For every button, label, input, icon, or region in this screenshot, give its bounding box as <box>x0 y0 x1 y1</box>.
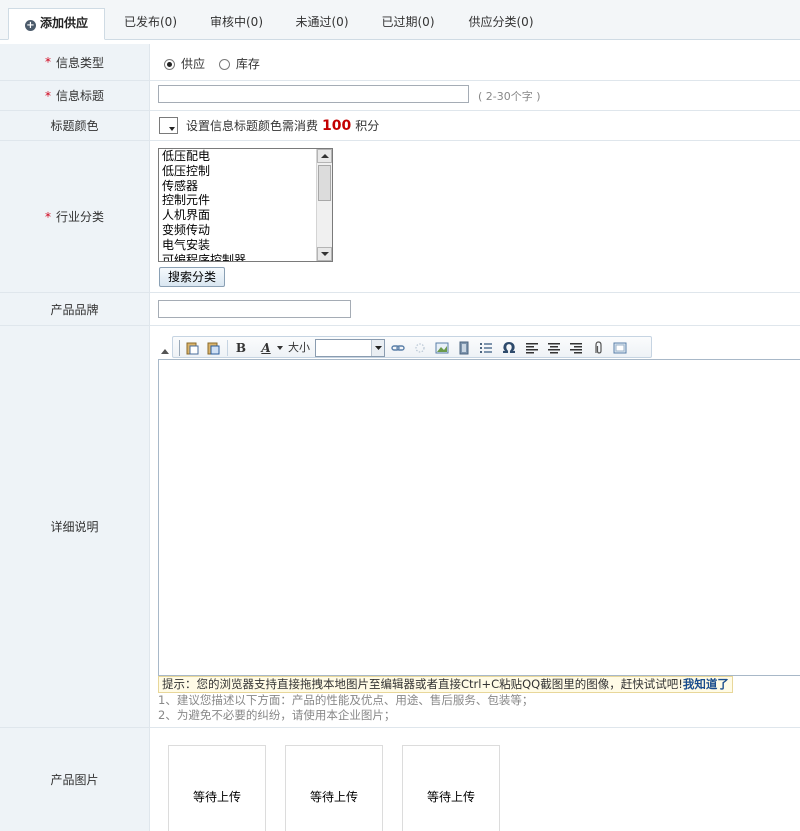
plus-circle-icon: + <box>24 20 36 31</box>
radio-supply-label[interactable]: 供应 <box>181 57 205 71</box>
scroll-up-icon[interactable] <box>317 149 332 163</box>
image-icon[interactable] <box>435 341 449 355</box>
list-item[interactable]: 可编程序控制器 <box>159 253 332 261</box>
required-star: * <box>44 209 51 224</box>
tab-rejected[interactable]: 未通过(0) <box>279 8 365 40</box>
list-item[interactable]: 低压控制 <box>159 164 332 179</box>
tab-published[interactable]: 已发布(0) <box>108 8 193 40</box>
list-item[interactable]: 电气安装 <box>159 238 332 253</box>
brand-label: 产品品牌 <box>0 293 150 325</box>
list-item[interactable]: 控制元件 <box>159 193 332 208</box>
font-color-icon[interactable]: A <box>255 340 277 356</box>
row-industry: * 行业分类 低压配电 低压控制 传感器 控制元件 人机界面 变频传动 电气安装 … <box>0 141 800 293</box>
tab-label: 添加供应 <box>39 16 88 30</box>
tip-text: 提示：您的浏览器支持直接拖拽本地图片至编辑器或者直接Ctrl+C粘贴QQ截图里的… <box>162 677 683 691</box>
fullscreen-icon[interactable] <box>613 341 627 355</box>
search-category-button[interactable]: 搜索分类 <box>159 267 226 287</box>
align-right-icon[interactable] <box>569 341 583 355</box>
chevron-down-icon[interactable] <box>277 346 283 351</box>
listbox-scrollbar[interactable] <box>316 149 332 261</box>
scroll-thumb[interactable] <box>318 165 331 201</box>
row-images: 产品图片 <box>0 728 800 831</box>
row-info-title: * 信息标题 ( 2-30个字 ) <box>0 81 800 111</box>
industry-listbox[interactable]: 低压配电 低压控制 传感器 控制元件 人机界面 变频传动 电气安装 可编程序控制… <box>158 148 333 262</box>
info-title-input[interactable] <box>158 85 469 103</box>
tab-expired[interactable]: 已过期(0) <box>365 8 451 40</box>
link-icon[interactable] <box>391 341 405 355</box>
title-color-note: 设置信息标题颜色需消费 100 积分 <box>186 117 379 134</box>
image-upload-slot[interactable]: 等待上传 <box>168 745 266 831</box>
image-upload-slot[interactable]: 等待上传 <box>285 745 383 831</box>
row-title-color: 标题颜色 设置信息标题颜色需消费 100 积分 <box>0 111 800 141</box>
align-left-icon[interactable] <box>525 341 539 355</box>
rich-text-editor[interactable] <box>158 359 800 676</box>
align-center-icon[interactable] <box>547 341 561 355</box>
dismiss-tip-link[interactable]: 我知道了 <box>683 677 729 691</box>
info-type-radios: 供应 库存 <box>164 55 270 72</box>
font-size-select[interactable] <box>315 339 385 357</box>
toolbar-separator <box>227 340 228 356</box>
toolbar-grip <box>179 340 180 356</box>
editor-toolbar: B A 大小 Ω <box>158 333 800 360</box>
font-size-label: 大小 <box>288 341 310 354</box>
points-value: 100 <box>322 118 352 134</box>
radio-supply[interactable] <box>164 59 175 70</box>
tab-bar: + 添加供应 已发布(0) 审核中(0) 未通过(0) 已过期(0) 供应分类(0… <box>0 0 800 40</box>
tab-reviewing[interactable]: 审核中(0) <box>194 8 279 40</box>
points-unit: 积分 <box>355 119 380 133</box>
tab-supply-category[interactable]: 供应分类(0) <box>451 8 551 40</box>
title-length-hint: ( 2-30个字 ) <box>478 90 541 103</box>
attachment-icon[interactable] <box>591 341 605 355</box>
flash-icon[interactable] <box>457 341 471 355</box>
tab-add-supply[interactable]: + 添加供应 <box>8 8 105 40</box>
unlink-icon[interactable] <box>413 341 427 355</box>
radio-stock-label[interactable]: 库存 <box>236 57 260 71</box>
paste-word-icon[interactable] <box>206 341 220 355</box>
description-note-1: 1、建议您描述以下方面：产品的性能及优点、用途、售后服务、包装等； <box>158 693 534 707</box>
images-label: 产品图片 <box>0 728 150 831</box>
editor-tip: 提示：您的浏览器支持直接拖拽本地图片至编辑器或者直接Ctrl+C粘贴QQ截图里的… <box>158 676 733 693</box>
list-item[interactable]: 传感器 <box>159 179 332 194</box>
color-picker[interactable] <box>159 117 178 134</box>
brand-input[interactable] <box>158 300 351 318</box>
label-text: 行业分类 <box>55 210 104 224</box>
info-type-label: * 信息类型 <box>0 44 150 80</box>
industry-label: * 行业分类 <box>0 141 150 292</box>
image-upload-slot[interactable]: 等待上传 <box>402 745 500 831</box>
required-star: * <box>44 88 51 103</box>
special-char-icon[interactable]: Ω <box>501 340 517 356</box>
chevron-down-icon <box>375 346 382 350</box>
scroll-down-icon[interactable] <box>317 247 332 261</box>
list-item[interactable]: 低压配电 <box>159 149 332 164</box>
list-item[interactable]: 变频传动 <box>159 223 332 238</box>
paste-text-icon[interactable] <box>185 341 199 355</box>
title-color-label: 标题颜色 <box>0 111 150 140</box>
list-item[interactable]: 人机界面 <box>159 208 332 223</box>
info-title-label: * 信息标题 <box>0 81 150 110</box>
list-icon[interactable] <box>479 341 493 355</box>
color-note-text: 设置信息标题颜色需消费 <box>186 119 319 133</box>
bold-icon[interactable]: B <box>234 340 248 356</box>
required-star: * <box>44 55 51 69</box>
label-text: 信息类型 <box>55 55 104 70</box>
select-arrow[interactable] <box>371 340 384 356</box>
collapse-icon[interactable] <box>160 345 170 355</box>
row-brand: 产品品牌 <box>0 293 800 326</box>
detail-label: 详细说明 <box>0 326 150 727</box>
radio-stock[interactable] <box>218 59 230 70</box>
row-info-type: * 信息类型 供应 库存 <box>0 44 800 81</box>
label-text: 信息标题 <box>55 89 104 103</box>
description-note-2: 2、为避免不必要的纠纷，请使用本企业图片； <box>158 708 396 722</box>
toolbar-group: B A 大小 Ω <box>172 336 652 358</box>
